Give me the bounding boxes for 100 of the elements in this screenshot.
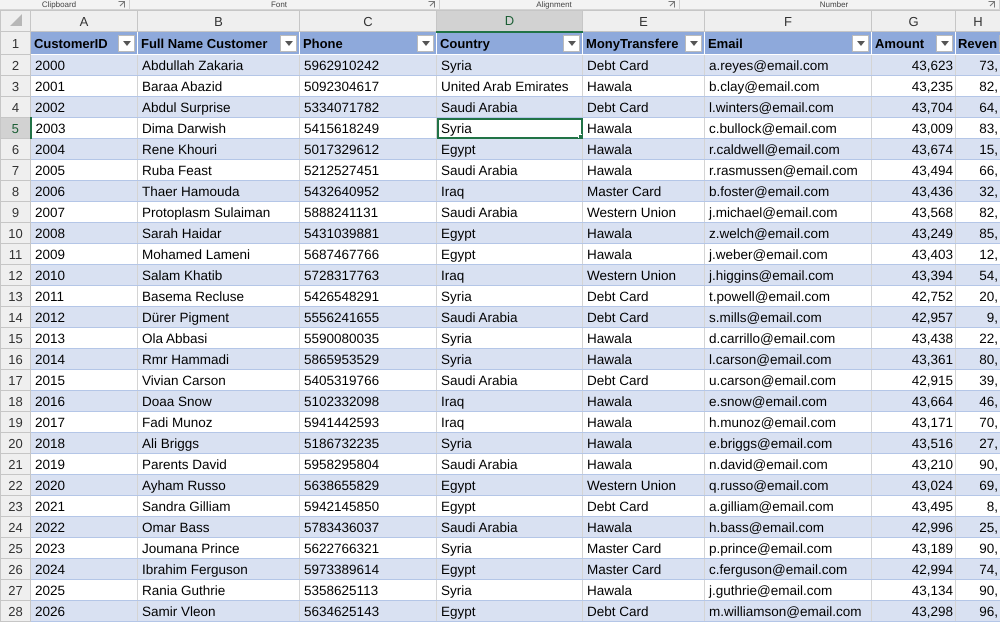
table-cell: Sarah Haidar	[138, 222, 300, 244]
row-header[interactable]: 1	[0, 32, 30, 54]
caret-icon	[568, 40, 576, 46]
row-header[interactable]: 4	[0, 96, 30, 118]
table-header: CustomerID	[30, 32, 138, 54]
row-header[interactable]: 2	[0, 54, 30, 76]
table-cell: Abdul Surprise	[138, 96, 300, 118]
table-cell: 5783436037	[300, 516, 436, 538]
row-header[interactable]: 9	[0, 202, 30, 222]
table-cell: 43,249	[872, 222, 956, 244]
column-header[interactable]: A	[30, 10, 138, 32]
row-header[interactable]: 14	[0, 306, 30, 328]
column-header[interactable]: D	[436, 10, 582, 32]
row-header[interactable]: 17	[0, 370, 30, 390]
row-header[interactable]: 22	[0, 474, 30, 496]
row-header[interactable]: 18	[0, 390, 30, 412]
table-cell: Debt Card	[582, 306, 704, 328]
table-cell: 42,994	[872, 558, 956, 580]
table-cell: Saudi Arabia	[436, 96, 582, 118]
table-cell: 42,996	[872, 516, 956, 538]
table-cell: 43,516	[872, 432, 956, 454]
row-header[interactable]: 20	[0, 432, 30, 454]
table-cell: 2024	[30, 558, 138, 580]
caret-icon	[284, 40, 292, 46]
column-header[interactable]: E	[582, 10, 704, 32]
row-header[interactable]: 24	[0, 516, 30, 538]
table-cell: 69,	[956, 474, 1000, 496]
table-cell: Debt Card	[582, 96, 704, 118]
row-header[interactable]: 3	[0, 76, 30, 96]
table-cell: Hawala	[582, 432, 704, 454]
dialog-launcher-icon[interactable]	[988, 1, 995, 8]
table-cell: 43,436	[872, 180, 956, 202]
table-cell: Egypt	[436, 474, 582, 496]
table-cell: b.foster@email.com	[704, 180, 872, 202]
ribbon-group-label: Alignment	[535, 0, 573, 9]
row-header[interactable]: 7	[0, 160, 30, 180]
ribbon-group-label: Font	[270, 0, 288, 9]
row-header[interactable]: 25	[0, 538, 30, 558]
table-cell: Hawala	[582, 390, 704, 412]
table-cell: Egypt	[436, 138, 582, 160]
column-header[interactable]: G	[872, 10, 956, 32]
row-header[interactable]: 19	[0, 412, 30, 432]
column-header[interactable]: F	[704, 10, 872, 32]
column-header[interactable]: C	[300, 10, 436, 32]
row-header[interactable]: 21	[0, 454, 30, 474]
table-cell: 5186732235	[300, 432, 436, 454]
table-cell: 43,394	[872, 264, 956, 286]
row-header[interactable]: 8	[0, 180, 30, 202]
table-cell: 85,	[956, 222, 1000, 244]
table-cell: r.caldwell@email.com	[704, 138, 872, 160]
table-cell: l.carson@email.com	[704, 348, 872, 370]
dialog-launcher-icon[interactable]	[428, 1, 435, 8]
table-cell: Ayham Russo	[138, 474, 300, 496]
table-cell: 5973389614	[300, 558, 436, 580]
table-cell: Iraq	[436, 390, 582, 412]
table-cell: 32,	[956, 180, 1000, 202]
row-header[interactable]: 6	[0, 138, 30, 160]
row-header[interactable]: 16	[0, 348, 30, 370]
row-header[interactable]: 5	[0, 118, 30, 138]
table-cell: Syria	[436, 54, 582, 76]
table-cell: Omar Bass	[138, 516, 300, 538]
row-header[interactable]: 26	[0, 558, 30, 580]
table-header: Email	[704, 32, 872, 54]
table-cell: 2022	[30, 516, 138, 538]
table-cell: 96,	[956, 600, 1000, 622]
row-header[interactable]: 13	[0, 286, 30, 306]
row-header[interactable]: 11	[0, 244, 30, 264]
row-header[interactable]: 12	[0, 264, 30, 286]
dialog-launcher-icon[interactable]	[668, 1, 675, 8]
table-cell: a.reyes@email.com	[704, 54, 872, 76]
table-cell: 5334071782	[300, 96, 436, 118]
table-cell: 2002	[30, 96, 138, 118]
table-header: Reven	[956, 32, 1000, 54]
column-header[interactable]: B	[138, 10, 300, 32]
table-cell: Thaer Hamouda	[138, 180, 300, 202]
table-cell: 80,	[956, 348, 1000, 370]
table-cell: Doaa Snow	[138, 390, 300, 412]
row-header[interactable]: 23	[0, 496, 30, 516]
dialog-launcher-icon[interactable]	[118, 1, 125, 8]
table-cell: 43,024	[872, 474, 956, 496]
table-cell: Syria	[436, 348, 582, 370]
table-cell: c.ferguson@email.com	[704, 558, 872, 580]
table-cell: Egypt	[436, 222, 582, 244]
table-cell: 2016	[30, 390, 138, 412]
row-header[interactable]: 15	[0, 328, 30, 348]
table-cell: Iraq	[436, 180, 582, 202]
table-cell: 43,298	[872, 600, 956, 622]
active-cell[interactable]: Syria	[436, 118, 582, 138]
table-cell: Abdullah Zakaria	[138, 54, 300, 76]
table-cell: j.higgins@email.com	[704, 264, 872, 286]
column-header[interactable]: H	[956, 10, 1000, 32]
table-cell: 73,	[956, 54, 1000, 76]
table-cell: Debt Card	[582, 600, 704, 622]
table-cell: z.welch@email.com	[704, 222, 872, 244]
row-header[interactable]: 10	[0, 222, 30, 244]
table-cell: 46,	[956, 390, 1000, 412]
table-cell: 5102332098	[300, 390, 436, 412]
row-header[interactable]: 28	[0, 600, 30, 622]
row-header[interactable]: 27	[0, 580, 30, 600]
table-cell: Saudi Arabia	[436, 516, 582, 538]
